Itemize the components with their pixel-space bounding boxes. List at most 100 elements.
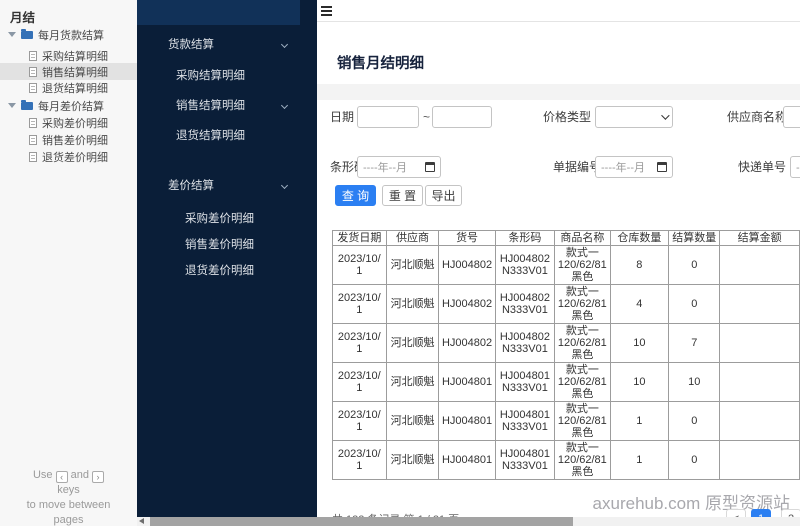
chevron-down-icon[interactable] xyxy=(280,40,289,49)
page-tree-title: 月结 xyxy=(10,11,36,25)
col-header-supplier: 供应商 xyxy=(385,230,440,246)
scroll-left-arrow-icon[interactable] xyxy=(139,518,144,524)
cell-item-no: HJ004802 xyxy=(438,284,496,324)
doc-no-month-picker[interactable]: ----年--月 xyxy=(595,156,673,178)
tree-page-label: 退货差价明细 xyxy=(42,151,108,164)
tree-folder-monthly-payment[interactable]: 每月货款结算 xyxy=(0,26,137,43)
doc-no-label: 单据编号 xyxy=(553,160,602,174)
cell-settle-qty: 7 xyxy=(668,323,721,363)
table-row: 2023/10/1 河北顺魁 HJ004802 HJ004802N333V01 … xyxy=(332,284,800,324)
menu-group-pricediff-settle[interactable]: 差价结算 xyxy=(168,179,214,193)
cell-warehouse-qty: 8 xyxy=(609,245,670,285)
chevron-down-icon[interactable] xyxy=(280,181,289,190)
logo-block xyxy=(137,0,300,25)
menu-item-sales-diff[interactable]: 销售差价明细 xyxy=(185,238,254,252)
menu-item-purchase-diff[interactable]: 采购差价明细 xyxy=(185,212,254,226)
product-name: 款式一 xyxy=(565,247,599,259)
cell-date: 2023/10/1 xyxy=(332,401,387,441)
cell-supplier: 河北顺魁 xyxy=(385,362,440,402)
col-header-item-no: 货号 xyxy=(438,230,496,246)
date-from-input[interactable] xyxy=(357,106,419,128)
export-button[interactable]: 导出 xyxy=(425,185,462,206)
cell-barcode: HJ004801N333V01 xyxy=(494,440,556,480)
product-spec: 120/62/81 黑色 xyxy=(557,454,607,478)
col-header-ship-date: 发货日期 xyxy=(332,230,387,246)
page-title: 销售月结明细 xyxy=(337,56,424,72)
date-range-separator: ~ xyxy=(423,110,431,124)
express-month-picker[interactable]: ----年--月 xyxy=(790,156,800,178)
cell-warehouse-qty: 10 xyxy=(609,323,670,363)
cell-settle-qty: 0 xyxy=(668,440,721,480)
chevron-down-icon xyxy=(661,111,670,120)
expand-triangle-icon[interactable] xyxy=(8,32,16,37)
menu-item-return-diff[interactable]: 退货差价明细 xyxy=(185,264,254,278)
top-bar xyxy=(317,0,800,22)
date-to-input[interactable] xyxy=(432,106,492,128)
document-icon xyxy=(29,134,37,145)
tree-folder-monthly-pricediff[interactable]: 每月差价结算 xyxy=(0,97,137,114)
cell-item-no: HJ004801 xyxy=(438,362,496,402)
tree-folder-label: 每月差价结算 xyxy=(38,100,104,113)
folder-icon xyxy=(21,28,33,39)
product-name: 款式一 xyxy=(565,364,599,376)
query-button[interactable]: 查 询 xyxy=(335,185,376,206)
scrollbar-thumb[interactable] xyxy=(150,517,573,526)
cell-barcode: HJ004802N333V01 xyxy=(494,245,556,285)
help-line-move: to move between xyxy=(26,499,111,511)
cell-settle-amount xyxy=(719,323,800,363)
express-label: 快递单号 xyxy=(738,160,787,174)
cell-product: 款式一 120/62/81 黑色 xyxy=(554,362,611,402)
menu-item-label: 采购结算明细 xyxy=(176,70,245,82)
cell-settle-amount xyxy=(719,245,800,285)
tree-page-return-diff[interactable]: 退货差价明细 xyxy=(0,148,137,165)
product-name: 款式一 xyxy=(565,403,599,415)
collapse-menu-icon[interactable] xyxy=(321,6,332,8)
cell-settle-amount xyxy=(719,362,800,402)
cell-warehouse-qty: 1 xyxy=(609,401,670,441)
table-header-row: 发货日期 供应商 货号 条形码 商品名称 仓库数量 结算数量 结算金额 xyxy=(332,230,800,246)
table-row: 2023/10/1 河北顺魁 HJ004801 HJ004801N333V01 … xyxy=(332,401,800,441)
product-spec: 120/62/81 黑色 xyxy=(557,259,607,283)
supplier-input[interactable] xyxy=(783,106,800,128)
cell-settle-amount xyxy=(719,440,800,480)
tree-page-label: 销售结算明细 xyxy=(42,66,108,79)
tree-page-label: 采购差价明细 xyxy=(42,117,108,130)
chevron-down-icon[interactable] xyxy=(280,101,289,110)
document-icon xyxy=(29,82,37,93)
calendar-icon[interactable] xyxy=(425,162,435,172)
col-header-settle-qty: 结算数量 xyxy=(668,230,721,246)
menu-item-purchase-settle[interactable]: 采购结算明细 xyxy=(176,69,245,83)
cell-product: 款式一 120/62/81 黑色 xyxy=(554,323,611,363)
product-name: 款式一 xyxy=(565,325,599,337)
document-icon xyxy=(29,117,37,128)
price-type-select[interactable] xyxy=(595,106,673,128)
right-key-icon: › xyxy=(92,471,105,483)
menu-group-payment-settle[interactable]: 货款结算 xyxy=(168,38,214,52)
tree-page-purchase-settle[interactable]: 采购结算明细 xyxy=(0,47,137,64)
reset-button[interactable]: 重 置 xyxy=(382,185,423,206)
tree-page-purchase-diff[interactable]: 采购差价明细 xyxy=(0,114,137,131)
cell-supplier: 河北顺魁 xyxy=(385,323,440,363)
menu-item-sales-settle[interactable]: 销售结算明细 xyxy=(176,99,245,113)
keyboard-help-text: Use ‹ and › keys to move between pages xyxy=(0,468,137,526)
cell-item-no: HJ004801 xyxy=(438,440,496,480)
menu-item-return-settle[interactable]: 退货结算明细 xyxy=(176,129,245,143)
menu-item-label: 退货结算明细 xyxy=(176,130,245,142)
horizontal-scrollbar[interactable] xyxy=(137,517,800,526)
expand-triangle-icon[interactable] xyxy=(8,103,16,108)
help-word-and: and xyxy=(70,469,89,481)
barcode-month-picker[interactable]: ----年--月 xyxy=(357,156,441,178)
month-placeholder: ----年--月 xyxy=(363,162,407,174)
module-sidebar: 货款结算 采购结算明细 销售结算明细 退货结算明细 差价结算 采购差价明细 销售… xyxy=(137,0,317,517)
cell-item-no: HJ004802 xyxy=(438,323,496,363)
table-row: 2023/10/1 河北顺魁 HJ004802 HJ004802N333V01 … xyxy=(332,245,800,285)
tree-page-return-settle[interactable]: 退货结算明细 xyxy=(0,79,137,96)
tree-page-sales-settle[interactable]: 销售结算明细 xyxy=(0,63,137,80)
section-divider-band xyxy=(317,84,800,100)
table-row: 2023/10/1 河北顺魁 HJ004801 HJ004801N333V01 … xyxy=(332,362,800,402)
supplier-label: 供应商名称 xyxy=(727,110,788,124)
calendar-icon[interactable] xyxy=(657,162,667,172)
col-header-settle-amount: 结算金额 xyxy=(719,230,800,246)
table-row: 2023/10/1 河北顺魁 HJ004801 HJ004801N333V01 … xyxy=(332,440,800,480)
tree-page-sales-diff[interactable]: 销售差价明细 xyxy=(0,131,137,148)
